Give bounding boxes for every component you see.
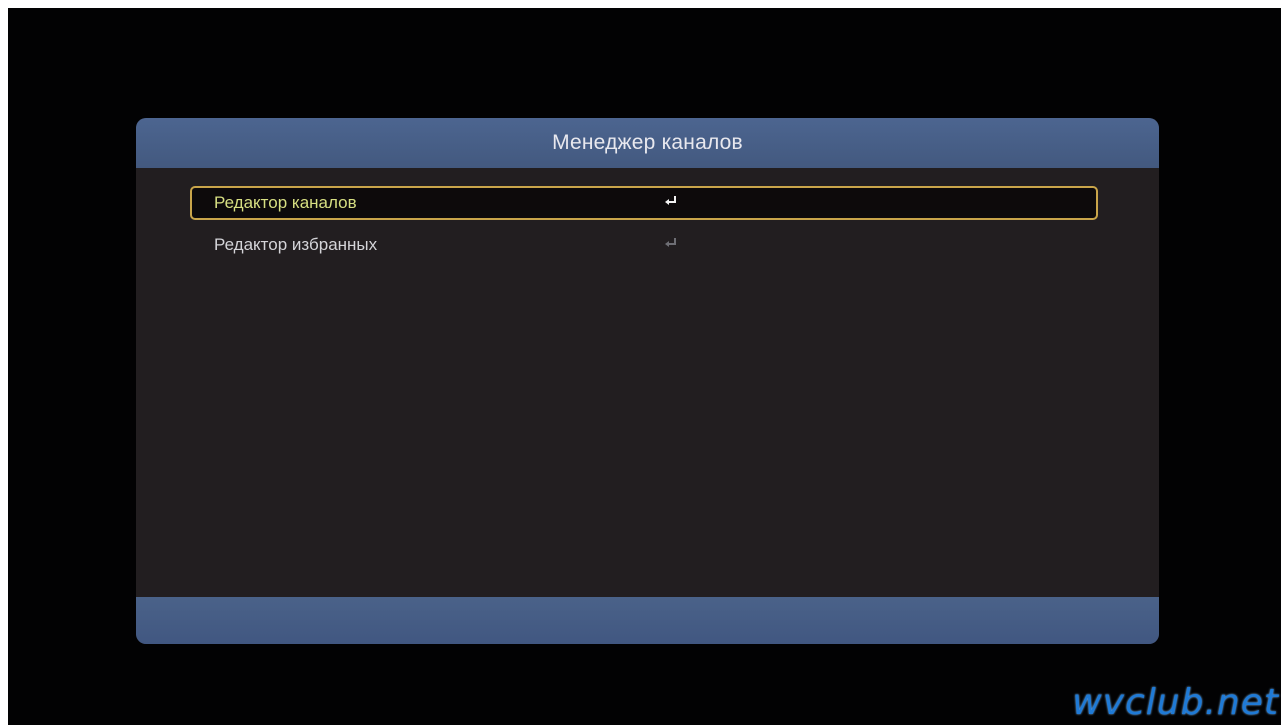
watermark-logo: wvclub.net [1072, 682, 1279, 723]
menu-item-label: Редактор избранных [214, 235, 378, 254]
dialog-header: Менеджер каналов [136, 118, 1159, 168]
menu-item-favorites-editor[interactable]: Редактор избранных [190, 228, 1098, 262]
enter-icon [665, 238, 676, 247]
channel-manager-dialog: Менеджер каналов Редактор каналов Редакт… [136, 118, 1159, 644]
menu-item-label: Редактор каналов [214, 193, 357, 212]
tv-screen: Менеджер каналов Редактор каналов Редакт… [8, 8, 1281, 725]
enter-icon [665, 196, 676, 205]
menu-item-channel-editor[interactable]: Редактор каналов [190, 186, 1098, 220]
dialog-title: Менеджер каналов [552, 131, 743, 154]
dialog-footer [136, 597, 1159, 644]
